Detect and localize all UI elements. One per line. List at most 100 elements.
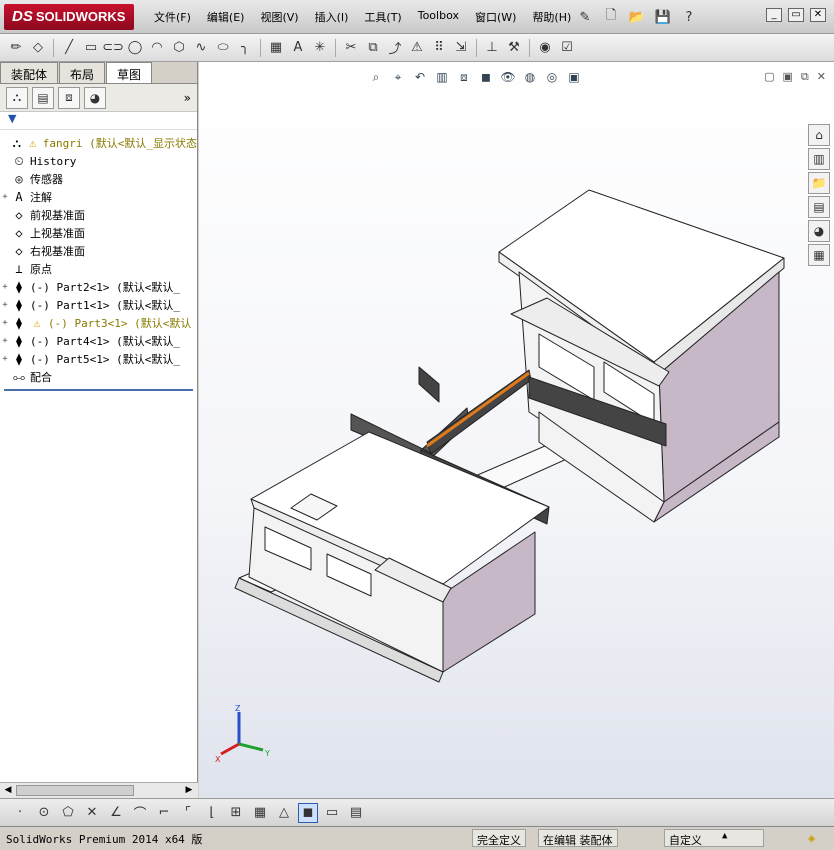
units-dropdown-icon[interactable]: ▲ [722,831,727,841]
menu-toolbox[interactable]: Toolbox [410,9,467,25]
tree-node[interactable]: ⊥ 原点 [0,260,197,278]
repair-icon[interactable]: ⚒ [504,38,524,58]
tab-sketch[interactable]: 草图 [106,62,153,83]
tree-node[interactable]: + ⧫ ⚠ (-) Part3<1> (默认<默认 [0,314,197,332]
menu-tools[interactable]: 工具(T) [356,9,409,25]
scroll-right-icon[interactable]: ▶ [182,784,196,797]
window-view-icon[interactable]: ▭ [322,803,342,823]
cross-tool-icon[interactable]: ✕ [82,803,102,823]
tree-expander-icon[interactable]: + [0,282,10,292]
rollback-bar[interactable] [4,389,193,391]
grid-icon[interactable]: ⊞ [226,803,246,823]
offset-icon[interactable]: ⤴ [385,38,405,58]
tree-node-label: (-) Part1<1> (默认<默认_ [30,299,180,312]
save-icon[interactable]: 💾 [652,6,674,28]
help-icon[interactable]: ? [678,6,700,28]
move-icon[interactable]: ⇲ [451,38,471,58]
filter-icon[interactable]: ▼ [0,112,197,130]
tree-expander-icon[interactable]: + [0,300,10,310]
menu-view[interactable]: 视图(V) [252,9,306,25]
bracket-tool-icon[interactable]: ⌊ [202,803,222,823]
scroll-thumb[interactable] [16,785,134,796]
pattern-icon[interactable]: ⠿ [429,38,449,58]
plane-tool-icon[interactable]: ▦ [266,38,286,58]
new-document-icon[interactable]: 🗋 [600,6,622,28]
circle-tool-icon[interactable]: ⊙ [34,803,54,823]
menu-insert[interactable]: 插入(I) [307,9,357,25]
instant2d-icon[interactable]: ☑ [557,38,577,58]
point-tool-icon[interactable]: · [10,803,30,823]
tree-node[interactable]: ⏲ History [0,152,197,170]
tree-expander-icon[interactable]: + [0,192,10,202]
relations-icon[interactable]: ⊥ [482,38,502,58]
rectangle-icon[interactable]: ▭ [81,38,101,58]
slot-icon[interactable]: ⊂⊃ [102,38,124,58]
minimize-icon[interactable]: _ [766,8,782,22]
trim-icon[interactable]: ✂ [341,38,361,58]
circle-icon[interactable]: ◯ [125,38,145,58]
rapid-sketch-icon[interactable]: ◉ [535,38,555,58]
box-view-icon[interactable]: ◼ [298,802,318,823]
tree-node[interactable]: ◎ 传感器 [0,170,197,188]
pin-icon[interactable]: ✎ [574,6,596,28]
part-icon: ⧫ [15,316,23,330]
grid-dense-icon[interactable]: ▦ [250,803,270,823]
smart-dimension-icon[interactable]: ◇ [28,38,48,58]
corner-tool-icon[interactable]: ⌜ [178,803,198,823]
solidworks-logo[interactable]: DS SOLIDWORKS [4,4,134,30]
fillet-tool-icon[interactable]: ⌒ [130,803,150,823]
ellipse-icon[interactable]: ⬭ [213,38,233,58]
tab-layout[interactable]: 布局 [59,62,106,83]
tag-icon[interactable]: ◈ [808,831,815,845]
tree-node[interactable]: + ⧫ (-) Part1<1> (默认<默认_ [0,296,197,314]
property-manager-icon[interactable]: ▤ [32,86,54,109]
horizontal-scrollbar[interactable]: ◀ ▶ [0,782,198,798]
expand-chevron-icon[interactable]: » [184,91,191,105]
railing-left-post [418,366,440,403]
polygon-tool-icon[interactable]: ⬠ [58,803,78,823]
mirror-icon[interactable]: ⚠ [407,38,427,58]
menu-edit[interactable]: 编辑(E) [199,9,253,25]
text-icon[interactable]: A [288,38,308,58]
restore-icon[interactable]: ▭ [788,8,804,22]
tree-node[interactable]: + A 注解 [0,188,197,206]
fillet-icon[interactable]: ╮ [235,38,255,58]
tree-node[interactable]: ◇ 前视基准面 [0,206,197,224]
graphics-area[interactable]: ⌕ ⌖ ↶ ▥ ⧈ ◼ 👁 ◍ ◎ ▣ ▢ ▣ ⧉ ✕ ⌂ ▥ 📁 ▤ ◕ ▦ [199,62,834,798]
tab-assembly[interactable]: 装配体 [0,62,59,83]
units-selector[interactable]: 自定义 [664,829,764,847]
tree-expander-icon[interactable]: + [0,354,10,364]
configuration-manager-icon[interactable]: ⧈ [58,86,80,109]
triangle-icon[interactable]: △ [274,803,294,823]
tree-node[interactable]: + ⧫ (-) Part5<1> (默认<默认_ [0,350,197,368]
tree-expander-icon[interactable]: + [0,336,10,346]
tree-node[interactable]: + ⧫ (-) Part4<1> (默认<默认_ [0,332,197,350]
arc-icon[interactable]: ◠ [147,38,167,58]
tree-expander-icon[interactable]: + [0,318,10,328]
table-view-icon[interactable]: ▤ [346,803,366,823]
menu-file[interactable]: 文件(F) [146,9,199,25]
line-icon[interactable]: ╱ [59,38,79,58]
convert-entities-icon[interactable]: ⧉ [363,38,383,58]
menu-help[interactable]: 帮助(H) [524,9,579,25]
tree-node[interactable]: ◇ 上视基准面 [0,224,197,242]
open-folder-icon[interactable]: 📂 [626,6,648,28]
tree-node[interactable]: ◇ 右视基准面 [0,242,197,260]
polygon-icon[interactable]: ⬡ [169,38,189,58]
feature-manager-icon[interactable]: ⛬ [6,86,28,109]
tree-node[interactable]: ⛬ ⚠ fangri (默认<默认_显示状态 [0,134,197,152]
close-icon[interactable]: ✕ [810,8,826,22]
spline-icon[interactable]: ∿ [191,38,211,58]
display-manager-icon[interactable]: ◕ [84,86,106,109]
angle-tool-icon[interactable]: ∠ [106,803,126,823]
house-model[interactable] [199,62,834,798]
scroll-left-icon[interactable]: ◀ [1,784,15,797]
command-manager-tabs: 装配体 布局 草图 [0,62,197,84]
point-icon[interactable]: ✳ [310,38,330,58]
tree-node[interactable]: ⧟ 配合 [0,368,197,386]
menu-window[interactable]: 窗口(W) [467,9,524,25]
warning-icon: ⚠ [29,136,37,150]
tree-node[interactable]: + ⧫ (-) Part2<1> (默认<默认_ [0,278,197,296]
chamfer-tool-icon[interactable]: ⌐ [154,803,174,823]
sketch-icon[interactable]: ✏ [6,38,26,58]
